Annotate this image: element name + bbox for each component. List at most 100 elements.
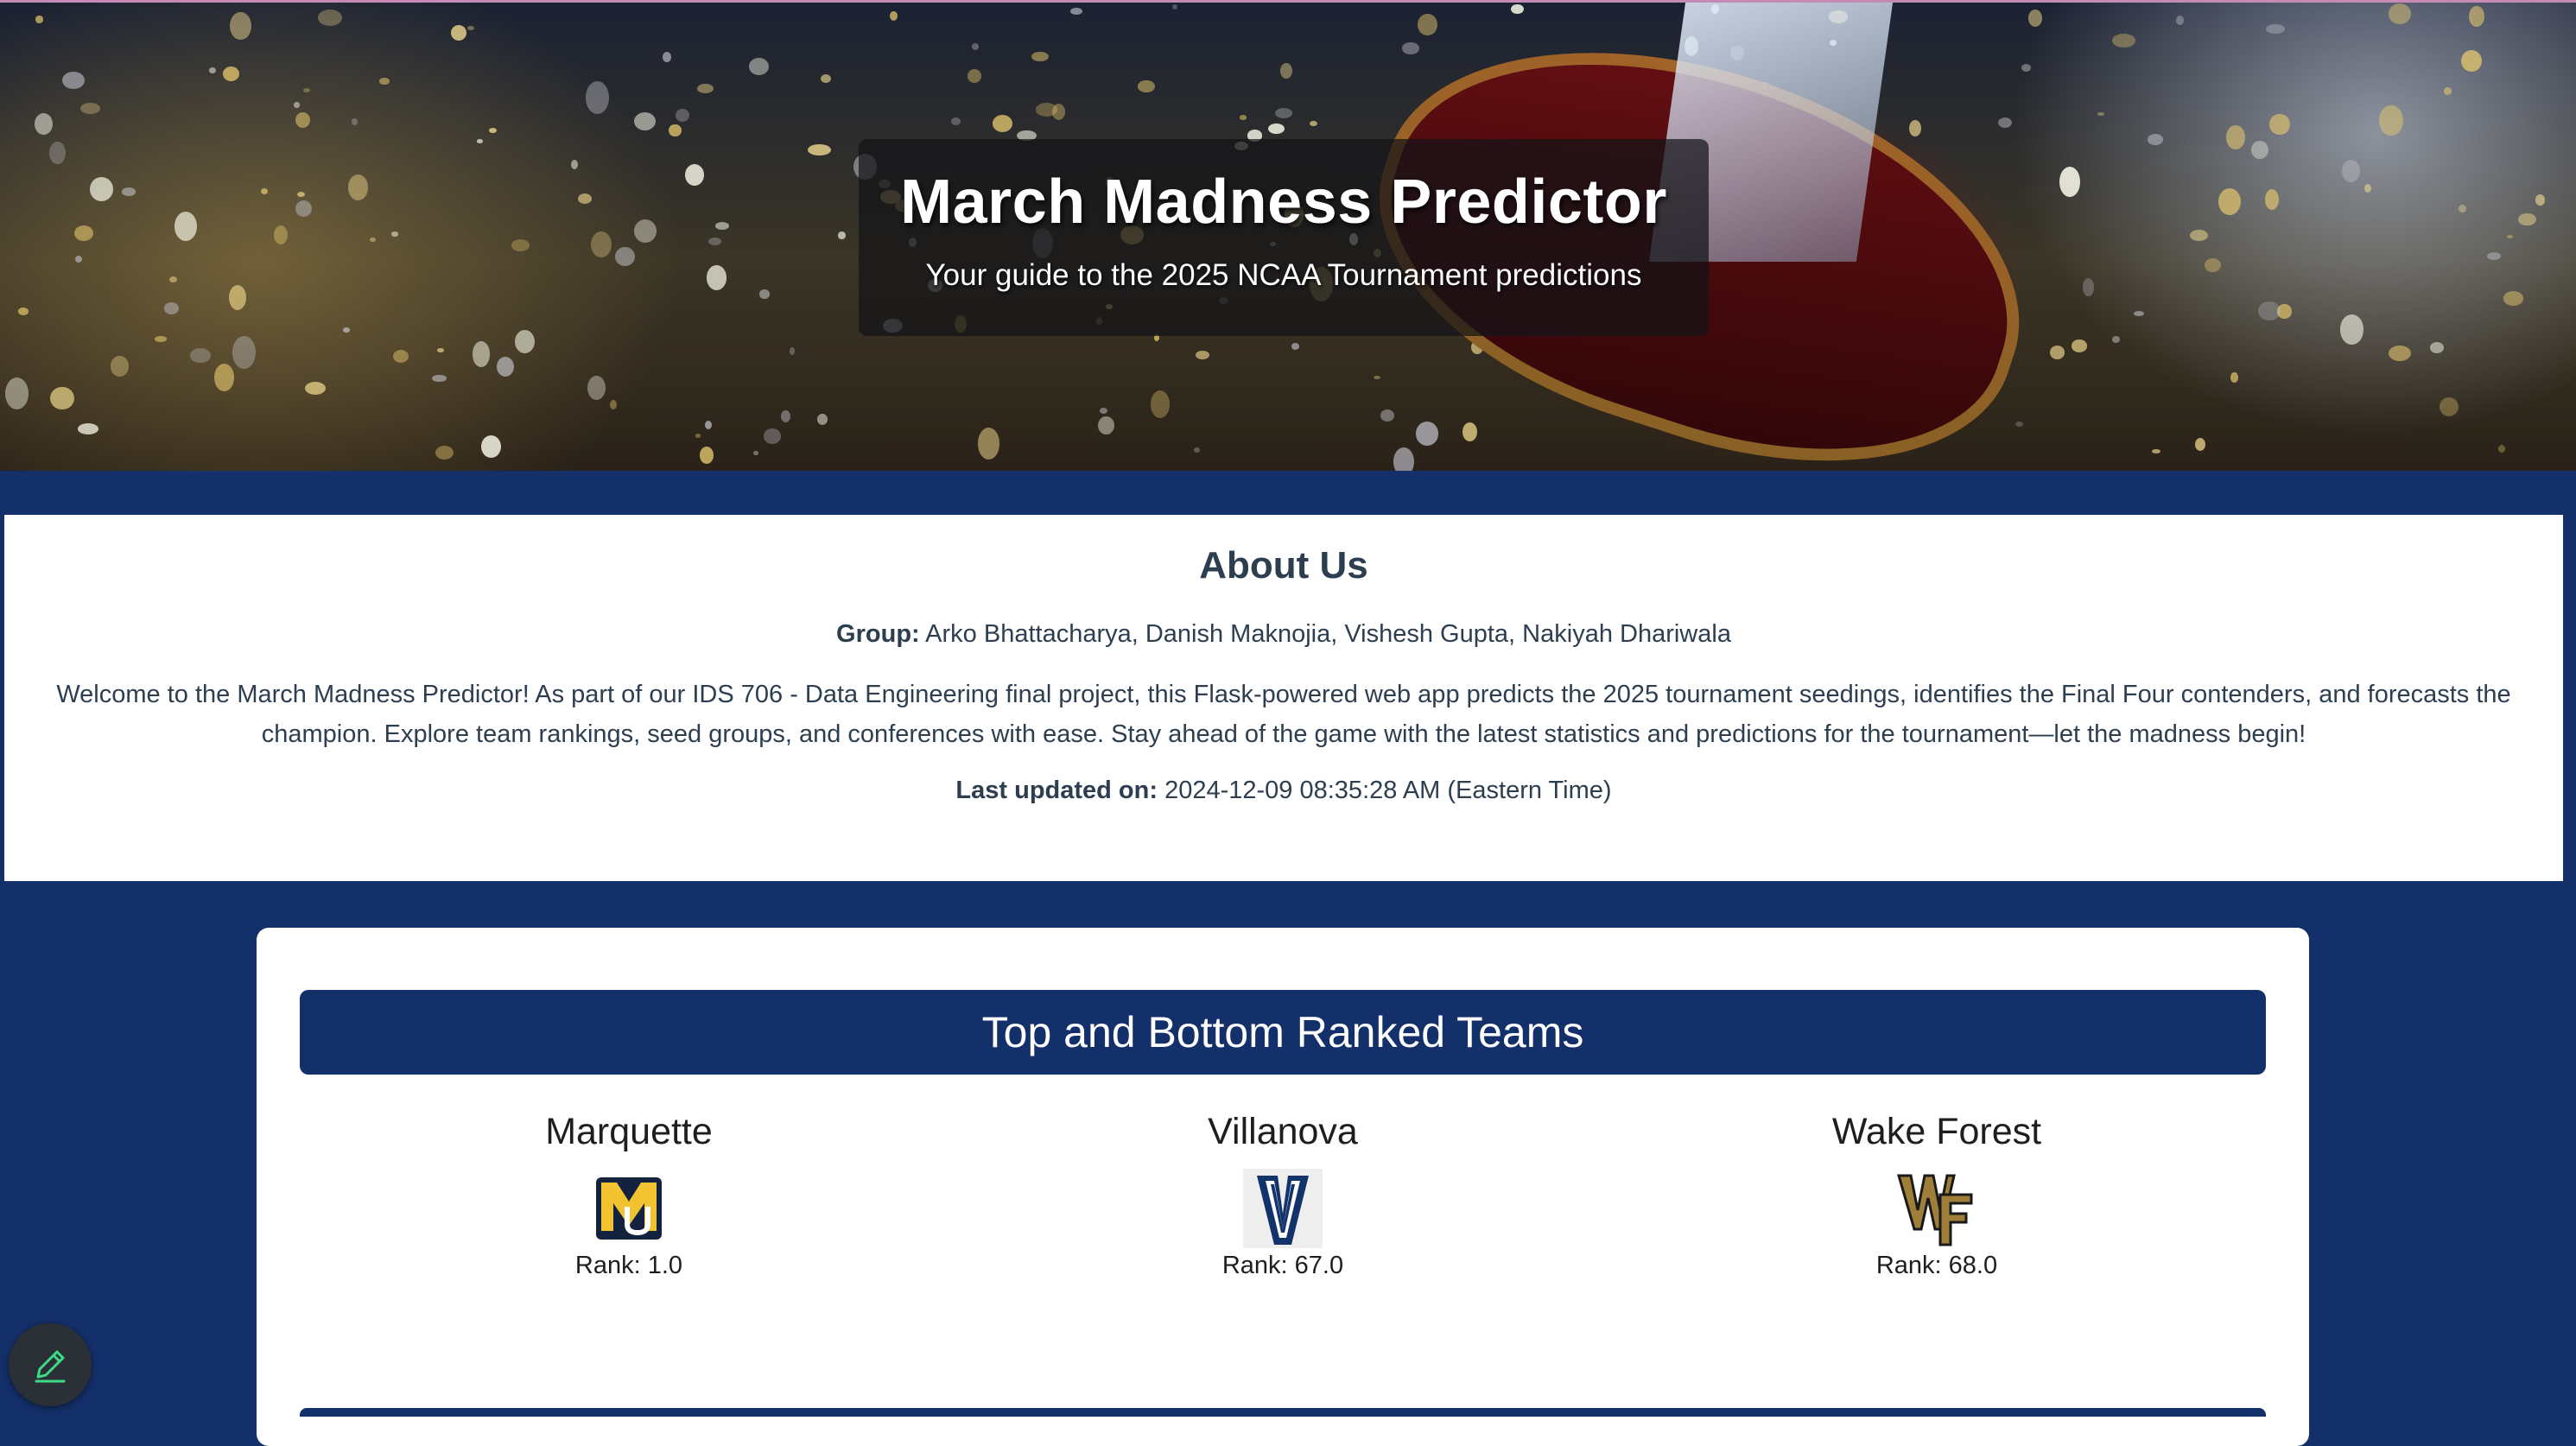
confetti-piece (476, 139, 484, 143)
confetti-piece (696, 83, 714, 93)
confetti-piece (972, 43, 980, 50)
confetti-piece (110, 356, 129, 377)
confetti-piece (1100, 407, 1107, 414)
team-rank: Rank: 68.0 (1875, 1252, 1998, 1279)
next-section-header (300, 1408, 2266, 1417)
confetti-piece (379, 78, 390, 85)
confetti-piece (295, 111, 310, 128)
edit-button[interactable] (9, 1323, 92, 1406)
confetti-piece (587, 375, 606, 400)
ranked-teams-card: Top and Bottom Ranked Teams Marquette Ra… (257, 928, 2309, 1446)
confetti-piece (515, 329, 536, 354)
group-members: Arko Bhattacharya, Danish Maknojia, Vish… (925, 620, 1731, 648)
about-us-section: About Us Group: Arko Bhattacharya, Danis… (4, 515, 2563, 881)
confetti-piece (432, 374, 447, 383)
confetti-piece (585, 81, 610, 115)
confetti-piece (967, 69, 981, 83)
confetti-piece (2147, 133, 2163, 145)
confetti-piece (274, 225, 289, 245)
confetti-piece (675, 109, 689, 123)
confetti-piece (781, 409, 791, 422)
confetti-piece (77, 423, 99, 435)
confetti-piece (1380, 409, 1394, 422)
confetti-piece (685, 163, 704, 186)
confetti-piece (17, 307, 29, 315)
last-updated-value: 2024-12-09 08:35:28 AM (Eastern Time) (1164, 777, 1612, 804)
confetti-piece (232, 336, 256, 370)
confetti-piece (229, 11, 251, 41)
confetti-piece (169, 276, 177, 282)
hero-title-box: March Madness Predictor Your guide to th… (859, 139, 1709, 336)
confetti-piece (1172, 3, 1178, 10)
confetti-piece (511, 239, 530, 252)
confetti-piece (951, 117, 961, 125)
confetti-piece (1069, 8, 1082, 16)
confetti-piece (2498, 444, 2506, 453)
confetti-piece (2152, 449, 2160, 454)
confetti-piece (2250, 141, 2268, 159)
hero-banner: March Madness Predictor Your guide to th… (0, 0, 2576, 471)
confetti-piece (34, 112, 53, 135)
confetti-piece (370, 238, 376, 243)
confetti-piece (2503, 291, 2524, 306)
confetti-piece (699, 447, 714, 465)
confetti-piece (295, 200, 313, 217)
team-name: Villanova (1208, 1111, 1358, 1152)
confetti-piece (838, 231, 846, 240)
last-updated-line: Last updated on: 2024-12-09 08:35:28 AM … (4, 777, 2563, 805)
about-heading: About Us (1199, 544, 1368, 587)
confetti-piece (977, 427, 1000, 460)
confetti-piece (2460, 49, 2482, 72)
confetti-piece (890, 10, 898, 21)
confetti-piece (2112, 336, 2120, 344)
villanova-logo-icon (1243, 1169, 1323, 1248)
confetti-piece (260, 187, 269, 194)
confetti-piece (50, 386, 75, 410)
page-subtitle: Your guide to the 2025 NCAA Tournament p… (925, 258, 1642, 292)
confetti-piece (1291, 343, 1299, 350)
confetti-piece (752, 451, 758, 455)
confetti-piece (2021, 64, 2032, 72)
confetti-piece (222, 66, 240, 81)
confetti-piece (1373, 375, 1380, 380)
confetti-piece (481, 434, 502, 459)
confetti-piece (450, 25, 466, 41)
ranked-teams-heading: Top and Bottom Ranked Teams (300, 990, 2266, 1075)
confetti-piece (570, 160, 578, 170)
about-description: Welcome to the March Madness Predictor! … (56, 681, 2511, 748)
confetti-piece (73, 225, 93, 242)
confetti-piece (496, 357, 514, 377)
confetti-piece (1239, 115, 1247, 120)
confetti-piece (2218, 188, 2241, 216)
confetti-piece (1418, 13, 1437, 36)
confetti-piece (669, 124, 682, 137)
confetti-piece (2443, 87, 2452, 95)
confetti-piece (2459, 204, 2467, 213)
wake-forest-logo-icon (1897, 1174, 1973, 1246)
team-card-villanova: Villanova Rank: 67.0 (1067, 1111, 1499, 1280)
team-rank: Rank: 1.0 (574, 1252, 683, 1279)
confetti-piece (90, 177, 114, 201)
page-title: March Madness Predictor (900, 168, 1667, 237)
confetti-piece (820, 73, 831, 84)
confetti-piece (2082, 278, 2095, 296)
confetti-piece (466, 26, 474, 30)
confetti-piece (208, 67, 216, 73)
confetti-piece (2518, 212, 2536, 226)
confetti-piece (174, 212, 198, 241)
confetti-piece (1310, 120, 1318, 127)
confetti-piece (2342, 159, 2361, 182)
confetti-piece (2388, 3, 2412, 24)
confetti-piece (2097, 111, 2104, 117)
confetti-piece (1393, 447, 1414, 471)
confetti-piece (764, 428, 782, 444)
confetti-piece (2507, 235, 2514, 238)
group-label: Group: (836, 620, 920, 648)
confetti-piece (2535, 194, 2546, 206)
confetti-piece (2205, 258, 2222, 272)
confetti-piece (615, 246, 636, 267)
confetti-piece (578, 193, 593, 204)
confetti-piece (1402, 42, 1419, 54)
confetti-piece (1150, 390, 1171, 419)
confetti-piece (591, 231, 612, 257)
